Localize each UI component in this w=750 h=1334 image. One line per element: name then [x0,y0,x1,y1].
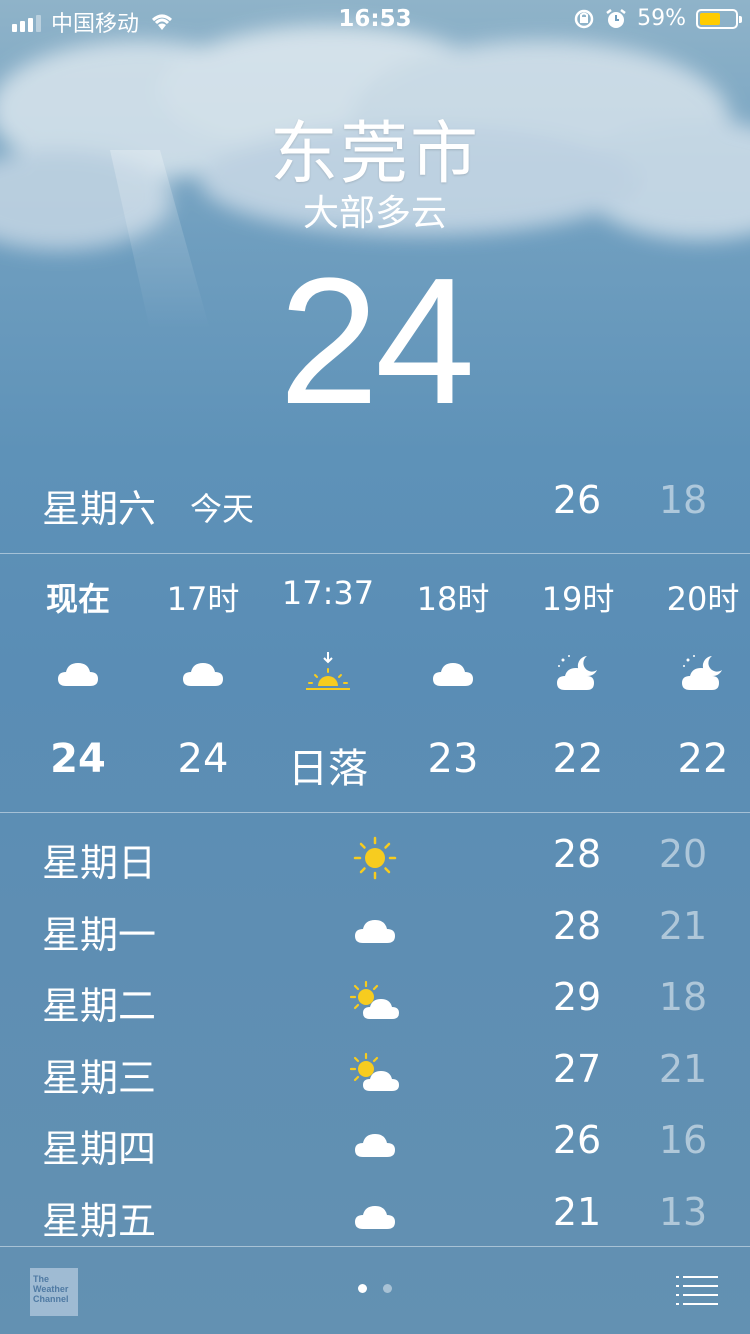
hour-temp: 24 [50,736,106,782]
day-row: 星期五 21 13 [0,1180,750,1252]
cloud-icon [340,1116,410,1172]
cloud-icon [340,902,410,958]
hour-time: 19时 [541,580,615,618]
hour-item: 17:37 日落 [266,556,390,810]
hour-item: 现在 24 [16,556,140,810]
orientation-lock-icon [574,9,594,28]
cloud-icon [340,1188,410,1244]
hour-item: 19时 22 [516,556,640,810]
page-dot[interactable] [358,1284,367,1293]
battery-icon [696,8,742,29]
day-name: 星期日 [42,841,157,885]
day-high: 28 [552,903,602,948]
hour-time: 现在 [45,580,110,618]
cloud-icon [391,648,515,698]
hour-temp: 23 [427,736,479,782]
status-right: 59% [573,6,742,31]
status-bar: 中国移动 16:53 59% [0,0,750,40]
day-low: 16 [658,1118,708,1162]
day-name: 星期四 [42,1127,157,1171]
cloud-icon [141,648,265,698]
hour-time: 17:37 [281,574,375,612]
footer-toolbar: The Weather Channel [0,1248,750,1334]
battery-fill [700,12,720,25]
day-row: 星期日 28 20 [0,822,750,894]
day-name: 星期五 [42,1198,157,1243]
day-row: 星期一 28 21 [0,894,750,966]
day-low: 13 [658,1189,708,1234]
day-high: 21 [552,1189,602,1234]
list-icon[interactable] [674,1274,720,1306]
today-day: 星期六 [42,487,157,531]
day-high: 29 [552,975,602,1019]
hour-temp: 22 [677,736,729,782]
partly-cloudy-icon [340,973,410,1029]
day-high: 28 [552,832,602,876]
day-name: 星期三 [42,1055,157,1100]
hour-time: 17时 [166,580,240,618]
day-name: 星期一 [42,912,157,957]
cloud-icon [16,648,140,698]
hour-temp: 22 [552,736,604,782]
day-high: 26 [552,1118,602,1162]
day-low: 21 [658,903,708,948]
hour-item: 20时 22 [641,556,750,810]
weather-condition: 大部多云 [302,193,447,234]
night-cloud-icon [641,648,750,698]
today-row: 星期六 今天 26 18 [0,472,750,532]
today-high: 26 [552,478,602,522]
today-low: 18 [658,478,708,522]
hourly-forecast[interactable]: 现在 24 17时 24 17:37 日落 18时 23 19时 22 20时 22 [0,556,750,810]
day-high: 27 [552,1046,602,1091]
night-cloud-icon [516,648,640,698]
hour-time: 20时 [666,580,740,618]
today-label: 今天 [190,490,255,528]
divider [0,812,750,813]
current-temperature: 24 [278,241,475,442]
day-low: 20 [658,832,708,876]
page-indicator[interactable] [0,1284,750,1293]
sun-icon [340,830,410,886]
city-name: 东莞市 [269,115,480,194]
battery-percent: 59% [637,6,686,31]
divider [0,1246,750,1247]
hour-temp: 24 [177,736,229,782]
sunset-icon [266,648,390,698]
alarm-icon [606,8,626,28]
day-row: 星期三 27 21 [0,1037,750,1109]
divider [0,553,750,554]
hour-temp: 日落 [288,746,368,792]
day-row: 星期四 26 16 [0,1108,750,1180]
day-row: 星期二 29 18 [0,965,750,1037]
day-low: 21 [658,1046,708,1091]
day-name: 星期二 [42,984,157,1028]
hour-item: 18时 23 [391,556,515,810]
partly-cloudy-icon [340,1045,410,1101]
hour-item: 17时 24 [141,556,265,810]
page-dot[interactable] [383,1284,392,1293]
day-low: 18 [658,975,708,1019]
hour-time: 18时 [416,580,490,618]
